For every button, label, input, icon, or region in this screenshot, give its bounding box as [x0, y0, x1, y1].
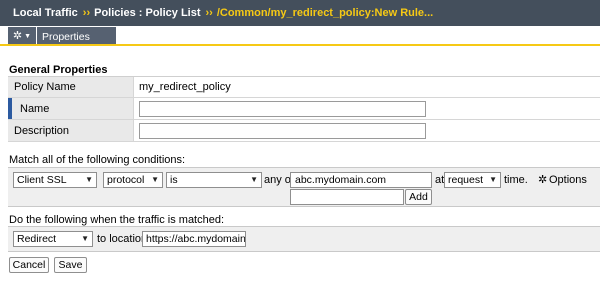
- description-value-cell: [134, 120, 600, 141]
- breadcrumb: Local Traffic ›› Policies : Policy List …: [0, 0, 600, 26]
- actions-title: Do the following when the traffic is mat…: [9, 214, 225, 226]
- to-location-label: to location: [97, 233, 148, 245]
- condition-time-value: request: [448, 174, 484, 186]
- condition-field-select[interactable]: protocol ▼: [103, 172, 163, 188]
- condition-add-input[interactable]: [290, 189, 404, 205]
- name-row: Name: [8, 98, 600, 120]
- breadcrumb-policy-list[interactable]: Policies : Policy List: [94, 7, 200, 19]
- conditions-box: Client SSL ▼ protocol ▼ is ▼ any of abc.…: [8, 167, 600, 207]
- actions-box: Redirect ▼ to location https://abc.mydom…: [8, 226, 600, 252]
- tab-underline: [0, 44, 600, 46]
- chevron-down-icon: ▼: [24, 33, 32, 40]
- breadcrumb-current: /Common/my_redirect_policy:New Rule...: [216, 7, 434, 19]
- condition-operator-select[interactable]: is ▼: [166, 172, 262, 188]
- name-label: Name: [8, 98, 134, 119]
- condition-type-select[interactable]: Client SSL ▼: [13, 172, 97, 188]
- description-input[interactable]: [139, 122, 426, 139]
- condition-value-input[interactable]: abc.mydomain.com: [290, 172, 432, 188]
- save-button[interactable]: Save: [54, 257, 87, 273]
- breadcrumb-separator: ››: [82, 7, 91, 19]
- condition-field-value: protocol: [107, 174, 145, 186]
- gear-icon[interactable]: ✲: [538, 173, 547, 186]
- chevron-down-icon: ▼: [85, 175, 93, 184]
- location-input[interactable]: https://abc.mydomain.com: [142, 231, 246, 247]
- breadcrumb-local-traffic[interactable]: Local Traffic: [13, 7, 78, 19]
- condition-value-text: abc.mydomain.com: [295, 174, 387, 186]
- general-properties-title: General Properties: [9, 64, 108, 76]
- condition-operator-value: is: [170, 174, 178, 186]
- chevron-down-icon: ▼: [81, 234, 89, 243]
- tab-row: ✲ ▼ Properties: [0, 26, 600, 46]
- chevron-down-icon: ▼: [250, 175, 258, 184]
- action-type-select[interactable]: Redirect ▼: [13, 231, 93, 247]
- policy-name-value: my_redirect_policy: [134, 77, 600, 97]
- general-properties-table: Policy Name my_redirect_policy Name Desc…: [8, 76, 600, 142]
- condition-type-value: Client SSL: [17, 174, 67, 186]
- cancel-button[interactable]: Cancel: [9, 257, 49, 273]
- policy-name-row: Policy Name my_redirect_policy: [8, 76, 600, 98]
- name-value-cell: [134, 98, 600, 119]
- action-type-value: Redirect: [17, 233, 57, 245]
- description-row: Description: [8, 120, 600, 142]
- options-link[interactable]: Options: [549, 174, 587, 186]
- policy-name-label: Policy Name: [8, 77, 134, 97]
- gear-icon: ✲: [12, 30, 23, 42]
- add-button[interactable]: Add: [405, 189, 432, 205]
- description-label: Description: [8, 120, 134, 141]
- condition-time-select[interactable]: request ▼: [444, 172, 501, 188]
- breadcrumb-separator: ››: [205, 7, 213, 19]
- at-label: at: [435, 174, 445, 186]
- chevron-down-icon: ▼: [489, 175, 497, 184]
- location-text: https://abc.mydomain.com: [146, 233, 246, 245]
- name-input[interactable]: [139, 100, 426, 117]
- chevron-down-icon: ▼: [151, 175, 159, 184]
- conditions-title: Match all of the following conditions:: [9, 154, 186, 166]
- time-label: time.: [504, 174, 528, 186]
